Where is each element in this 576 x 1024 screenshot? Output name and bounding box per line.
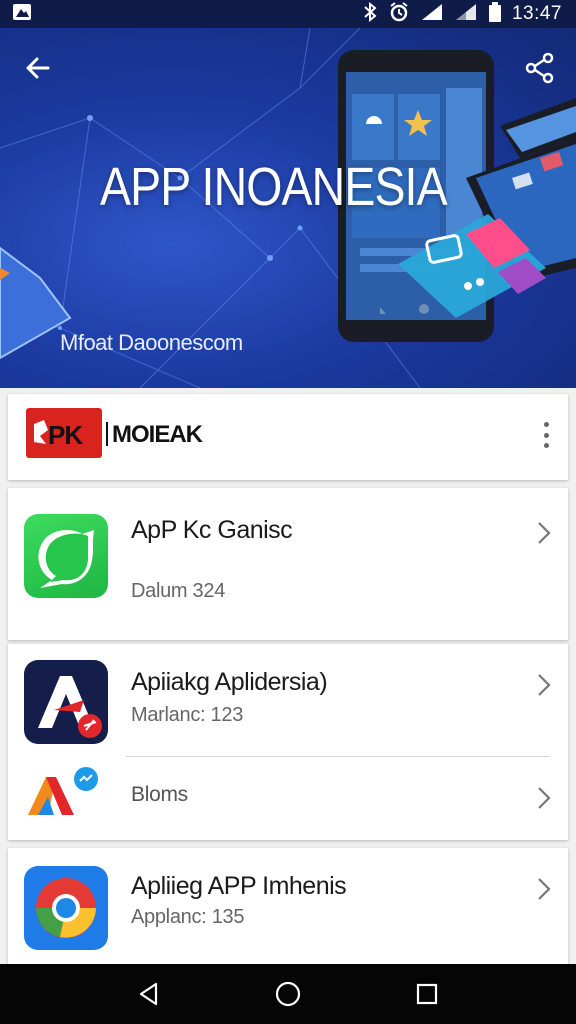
chevron-right-icon (538, 787, 551, 809)
chevron-right-icon (538, 522, 551, 544)
letter-a-icon (24, 660, 108, 744)
circle-home-icon (275, 981, 301, 1007)
brand-logo: PK (26, 408, 102, 458)
notification-icon (12, 3, 32, 26)
hero-subtitle: Mfoat Daoonescom (60, 330, 243, 355)
chevron-right-icon (538, 674, 551, 696)
app-card-3: Apliieg APP Imhenis Applanc: 135 (8, 848, 568, 964)
arrow-left-icon (26, 57, 50, 79)
brand-name: MOIEAK (106, 421, 203, 449)
list-item[interactable]: ApP Kc Ganisc Dalum 324 (8, 488, 568, 640)
list-item[interactable]: Apliieg APP Imhenis Applanc: 135 (8, 848, 568, 964)
triangle-back-icon (140, 982, 158, 1006)
app-card-1: ApP Kc Ganisc Dalum 324 (8, 488, 568, 640)
share-icon (525, 52, 554, 84)
chat-bubble-icon (24, 514, 108, 598)
colorful-a-icon (24, 765, 108, 825)
app-subtitle: Dalum 324 (131, 580, 226, 602)
back-button[interactable] (22, 52, 54, 84)
app-title: Apiiakg Aplidersia) (131, 668, 328, 696)
bluetooth-icon (362, 1, 378, 27)
hero-banner: APP INOANESIA Mfoat Daoonescom (0, 28, 576, 388)
list-item[interactable]: Apiiakg Aplidersia) Marlanc: 123 (8, 644, 568, 756)
list-item[interactable]: Bloms (8, 757, 568, 840)
chrome-icon (24, 866, 108, 950)
more-options-button[interactable] (538, 420, 554, 450)
nav-recents-button[interactable] (407, 974, 447, 1014)
signal-icon (420, 3, 444, 26)
app-subtitle: Marlanc: 123 (131, 704, 244, 726)
share-button[interactable] (524, 52, 556, 84)
app-title: Apliieg APP Imhenis (131, 872, 347, 900)
navigation-bar (0, 964, 576, 1024)
square-recents-icon (416, 983, 437, 1005)
alarm-icon (388, 1, 410, 27)
status-bar: 13:47 (0, 0, 576, 28)
nav-back-button[interactable] (129, 974, 169, 1014)
status-time: 13:47 (511, 3, 562, 24)
battery-icon (488, 1, 502, 27)
brand-card: PK MOIEAK (8, 394, 568, 480)
app-card-2: Apiiakg Aplidersia) Marlanc: 123 Bloms (8, 644, 568, 840)
app-title: ApP Kc Ganisc (131, 516, 293, 544)
app-subtitle: Bloms (131, 783, 188, 806)
brand-logo-text: PK (48, 420, 83, 450)
more-vert-icon (543, 422, 549, 427)
app-subtitle: Applanc: 135 (131, 906, 245, 928)
nav-home-button[interactable] (268, 974, 308, 1014)
signal-icon-2 (454, 3, 478, 26)
hero-title: APP INOANESIA (100, 157, 448, 217)
chevron-right-icon (538, 878, 551, 900)
